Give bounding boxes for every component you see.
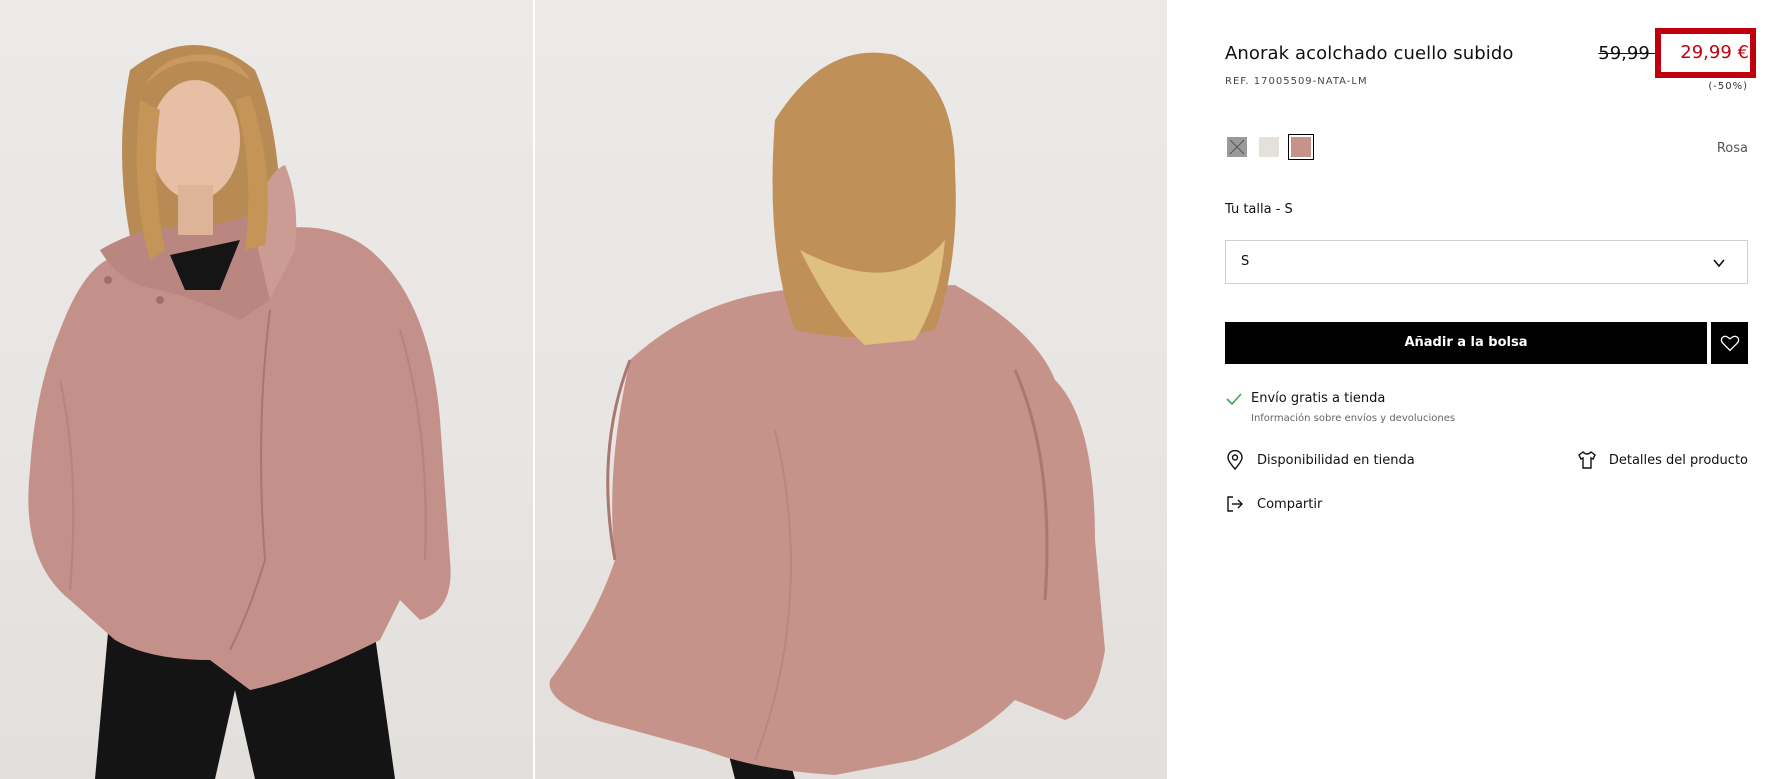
add-to-bag-button[interactable]: Añadir a la bolsa [1225, 322, 1707, 364]
color-swatch-gris[interactable] [1227, 137, 1247, 157]
product-reference: REF. 17005509-NATA-LM [1225, 76, 1368, 87]
sale-price-highlight: 29,99 € [1655, 28, 1756, 78]
size-label: Tu talla - S [1225, 202, 1293, 217]
model-front-illustration [28, 45, 451, 779]
product-image-back[interactable] [535, 0, 1167, 779]
wishlist-button[interactable] [1711, 322, 1748, 364]
product-details-label: Detalles del producto [1608, 452, 1748, 468]
discount-percentage: (-50%) [1708, 81, 1748, 92]
product-image-front[interactable] [0, 0, 533, 779]
product-page: Anorak acolchado cuello subido REF. 1700… [0, 0, 1768, 779]
store-availability-label: Disponibilidad en tienda [1257, 452, 1415, 468]
product-info-panel: Anorak acolchado cuello subido REF. 1700… [1225, 0, 1756, 779]
share-icon [1227, 496, 1243, 512]
free-shipping-text: Envío gratis a tienda [1251, 391, 1386, 406]
check-icon [1226, 393, 1242, 406]
color-swatch-rosa[interactable] [1288, 134, 1314, 160]
color-swatches [1227, 134, 1314, 160]
shipping-returns-link[interactable]: Información sobre envíos y devoluciones [1251, 413, 1455, 424]
size-select-value: S [1241, 254, 1250, 269]
product-details-link[interactable]: Detalles del producto [1577, 450, 1748, 470]
selected-color-name: Rosa [1716, 141, 1748, 156]
store-availability-link[interactable]: Disponibilidad en tienda [1225, 450, 1415, 470]
share-link[interactable]: Compartir [1225, 494, 1322, 514]
location-pin-icon [1227, 450, 1243, 470]
chevron-down-icon [1713, 259, 1725, 268]
color-swatch-crudo[interactable] [1259, 137, 1279, 157]
sale-price: 29,99 € [1680, 42, 1749, 63]
heart-icon [1720, 335, 1740, 352]
unavailable-cross-icon [1229, 139, 1245, 155]
product-title: Anorak acolchado cuello subido [1225, 43, 1514, 64]
size-select[interactable]: S [1225, 240, 1748, 284]
tshirt-icon [1577, 451, 1596, 469]
model-back-illustration [549, 52, 1105, 779]
share-label: Compartir [1257, 496, 1323, 512]
